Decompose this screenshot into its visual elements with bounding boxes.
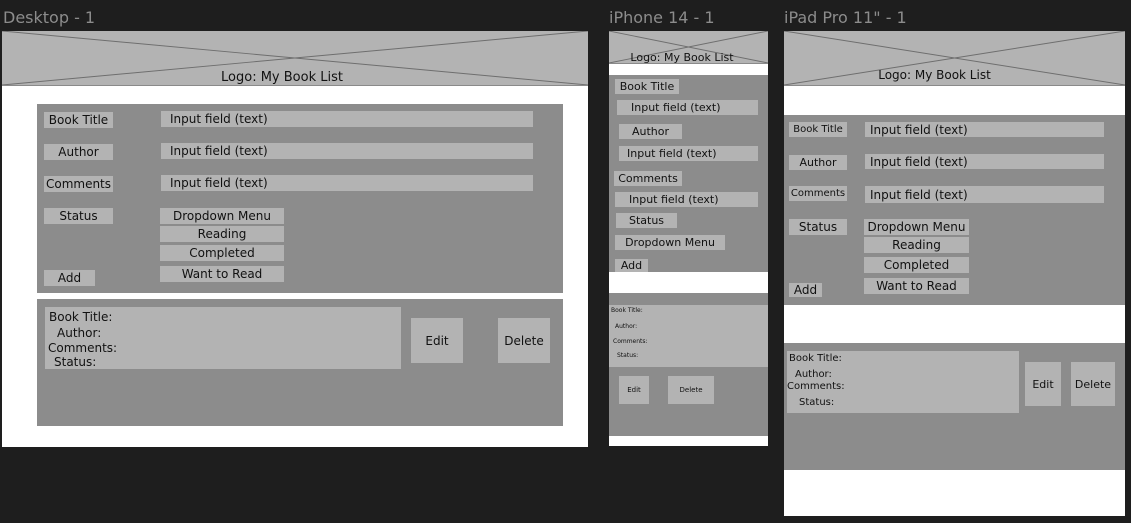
list-item-status: Status:: [617, 352, 639, 359]
status-label: Status: [616, 213, 677, 228]
edit-button[interactable]: Edit: [619, 376, 649, 404]
edit-button[interactable]: Edit: [411, 318, 463, 363]
delete-button[interactable]: Delete: [1071, 362, 1115, 406]
list-item-comments: Comments:: [48, 341, 118, 355]
edit-button[interactable]: Edit: [1025, 362, 1061, 406]
book-title-input[interactable]: Input field (text): [865, 122, 1104, 137]
author-input[interactable]: Input field (text): [161, 143, 533, 159]
frame-label-ipad: iPad Pro 11" - 1: [784, 8, 907, 27]
list-item-book-title: Book Title:: [789, 353, 842, 364]
book-title-label: Book Title: [789, 122, 847, 137]
list-item-book-title: Book Title:: [49, 310, 113, 324]
book-title-input[interactable]: Input field (text): [161, 111, 533, 127]
list-item-comments: Comments:: [613, 338, 648, 345]
comments-input[interactable]: Input field (text): [865, 186, 1104, 203]
comments-label: Comments: [789, 186, 847, 201]
option-want-to-read[interactable]: Want to Read: [160, 266, 284, 282]
book-title-label: Book Title: [615, 79, 679, 94]
comments-input[interactable]: Input field (text): [161, 175, 533, 191]
list-item-card: Book Title: Author: Comments: Status:: [45, 307, 401, 369]
list-item-status: Status:: [799, 397, 835, 408]
delete-button[interactable]: Delete: [498, 318, 550, 363]
header-logo-placeholder: Logo: My Book List: [784, 31, 1125, 86]
author-label: Author: [619, 124, 682, 139]
author-label: Author: [789, 155, 847, 170]
status-label: Status: [789, 219, 847, 235]
status-dropdown[interactable]: Dropdown Menu: [864, 219, 969, 235]
author-input[interactable]: Input field (text): [619, 146, 758, 161]
header-logo-placeholder: Logo: My Book List: [609, 31, 768, 64]
comments-input[interactable]: Input field (text): [615, 192, 758, 207]
author-label: Author: [44, 144, 113, 160]
add-button[interactable]: Add: [44, 270, 95, 286]
header-logo-placeholder: Logo: My Book List: [2, 31, 588, 86]
list-item-comments: Comments:: [787, 381, 845, 392]
book-form-panel: Book Title Input field (text) Author Inp…: [37, 104, 563, 293]
book-list-panel: Book Title: Author: Comments: Status: Ed…: [784, 343, 1125, 470]
status-label: Status: [44, 208, 113, 224]
book-form-panel: Book Title Input field (text) Author Inp…: [784, 115, 1125, 305]
comments-label: Comments: [44, 176, 113, 192]
option-reading[interactable]: Reading: [864, 237, 969, 253]
book-title-input[interactable]: Input field (text): [617, 100, 758, 115]
logo-text: Logo: My Book List: [878, 68, 991, 82]
list-item-author: Author:: [615, 323, 638, 330]
add-button[interactable]: Add: [789, 283, 822, 297]
author-input[interactable]: Input field (text): [865, 154, 1104, 169]
list-item-card: Book Title: Author: Comments: Status:: [787, 351, 1019, 413]
iphone-frame: Logo: My Book List Book Title Input fiel…: [609, 31, 768, 446]
status-dropdown[interactable]: Dropdown Menu: [615, 235, 725, 250]
list-item-card: Book Title: Author: Comments: Status:: [609, 305, 768, 367]
list-item-book-title: Book Title:: [611, 307, 643, 314]
logo-text: Logo: My Book List: [630, 51, 734, 64]
option-completed[interactable]: Completed: [160, 245, 284, 261]
option-completed[interactable]: Completed: [864, 257, 969, 273]
option-want-to-read[interactable]: Want to Read: [864, 278, 969, 294]
desktop-frame: Logo: My Book List Book Title Input fiel…: [2, 31, 588, 447]
book-form-panel: Book Title Input field (text) Author Inp…: [609, 75, 768, 272]
book-list-panel: Book Title: Author: Comments: Status: Ed…: [37, 299, 563, 426]
frame-label-iphone: iPhone 14 - 1: [609, 8, 715, 27]
delete-button[interactable]: Delete: [668, 376, 714, 404]
logo-text: Logo: My Book List: [221, 70, 343, 85]
book-title-label: Book Title: [44, 112, 113, 128]
list-item-status: Status:: [54, 355, 97, 369]
book-list-panel: Book Title: Author: Comments: Status: Ed…: [609, 293, 768, 436]
ipad-frame: Logo: My Book List Book Title Input fiel…: [784, 31, 1125, 516]
frame-label-desktop: Desktop - 1: [3, 8, 96, 27]
option-reading[interactable]: Reading: [160, 226, 284, 242]
comments-label: Comments: [614, 171, 682, 186]
add-button[interactable]: Add: [615, 259, 648, 272]
list-item-author: Author:: [795, 369, 832, 380]
status-dropdown[interactable]: Dropdown Menu: [160, 208, 284, 224]
list-item-author: Author:: [57, 326, 102, 340]
